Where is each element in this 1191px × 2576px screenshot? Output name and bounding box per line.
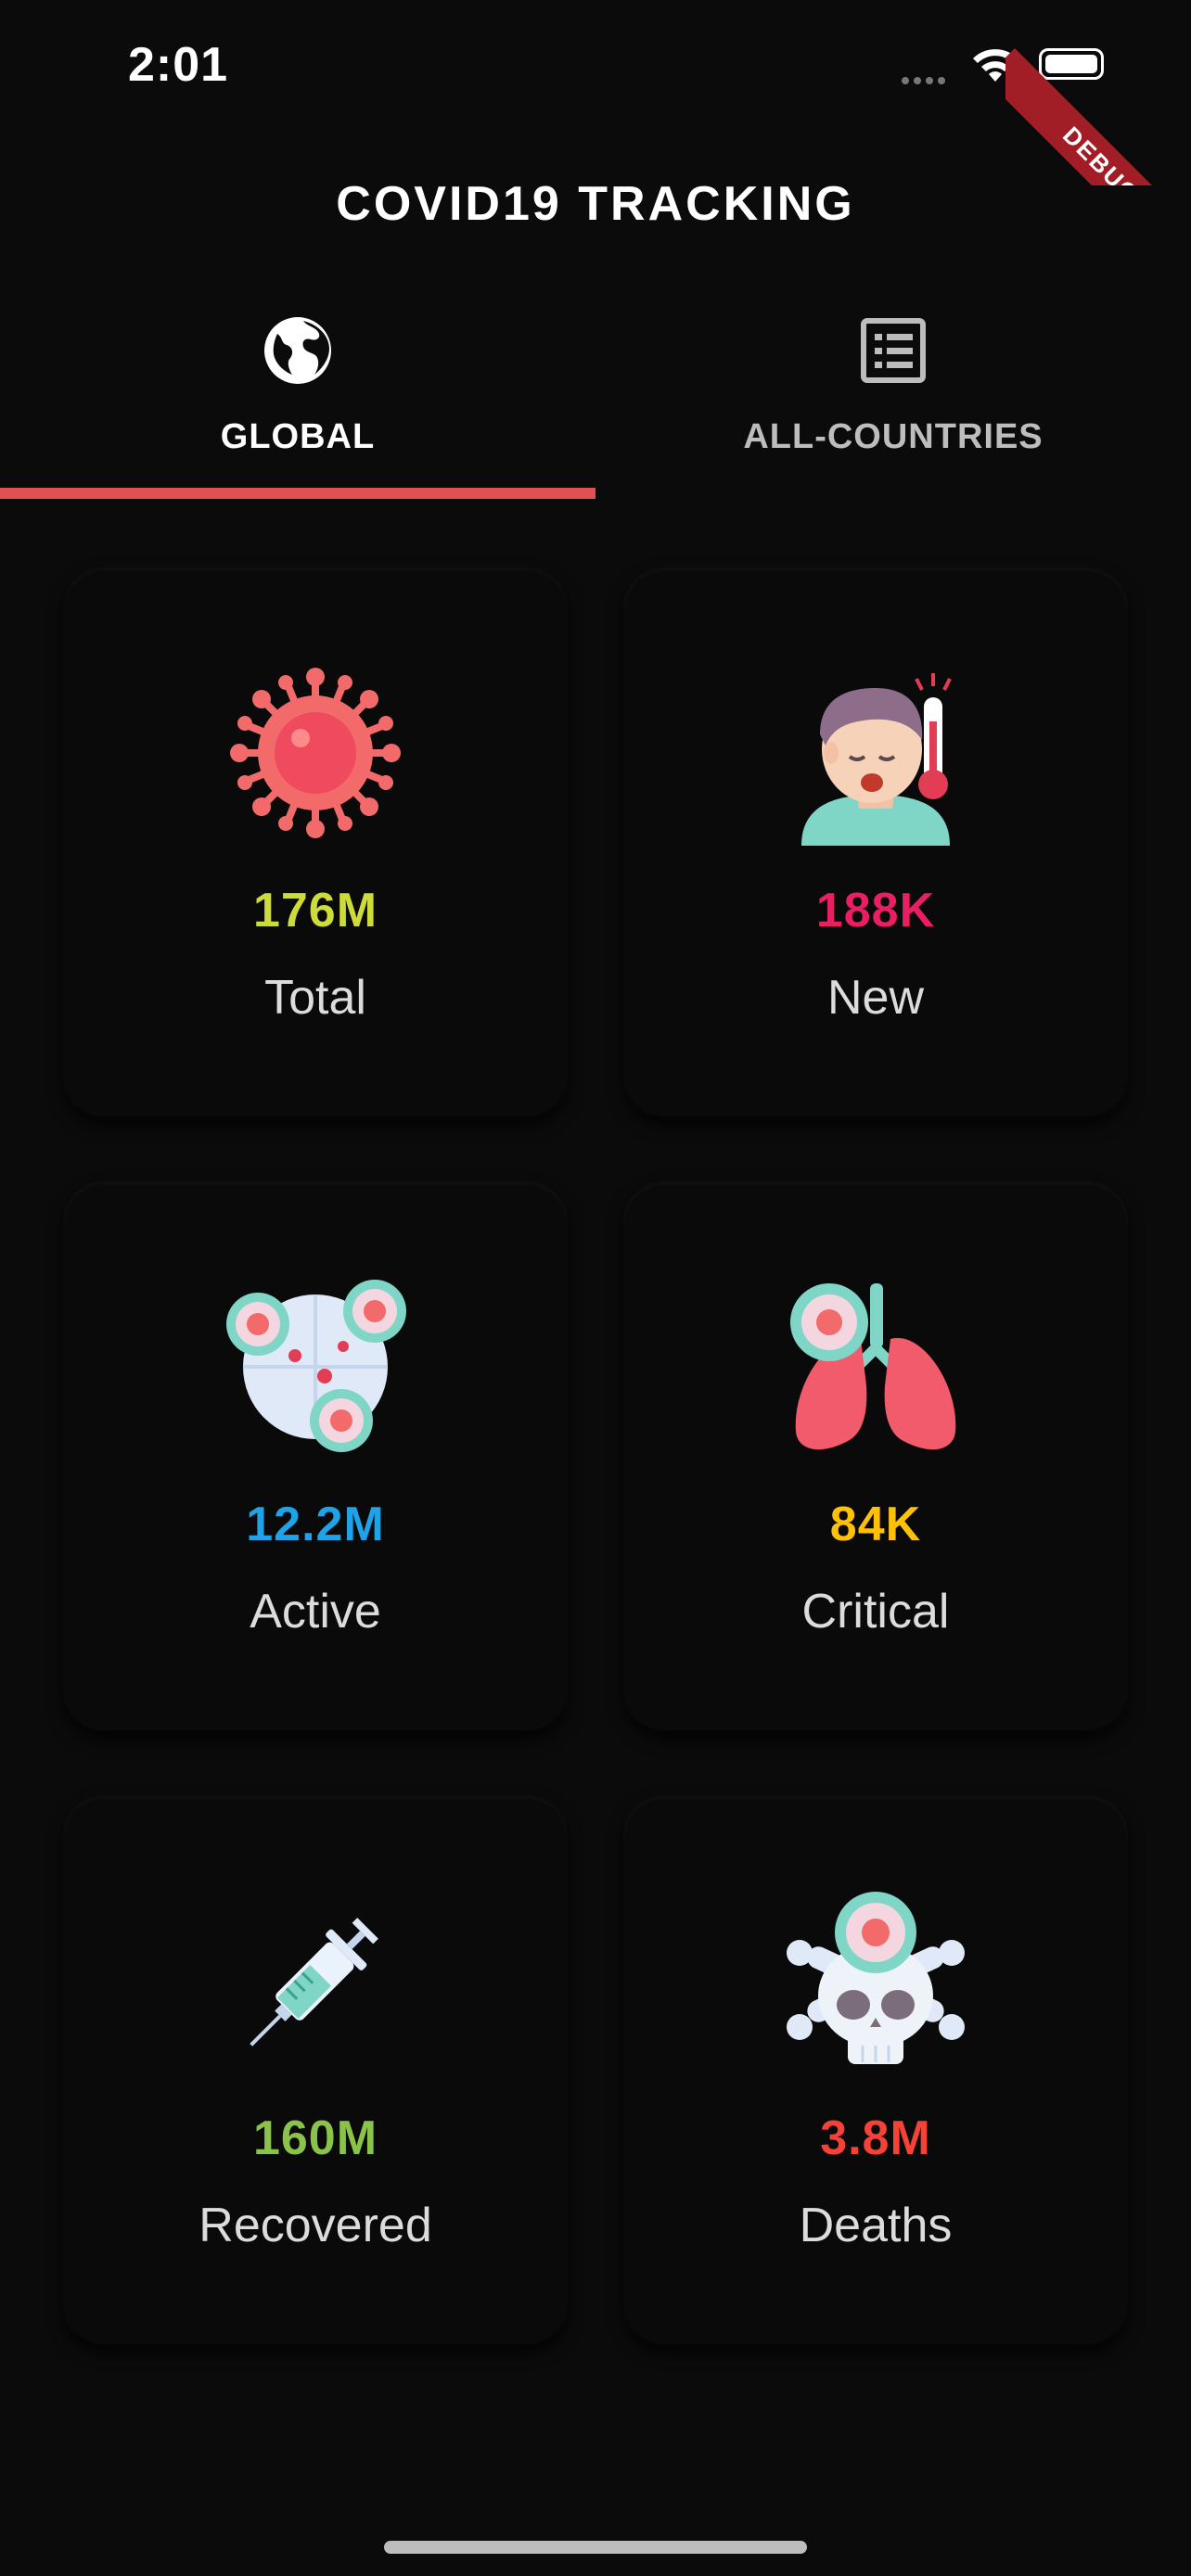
stat-active-value: 12.2M [246, 1498, 385, 1551]
tab-all-countries[interactable]: ALL-COUNTRIES [596, 306, 1191, 501]
stat-card-deaths[interactable]: 3.8M Deaths [625, 1797, 1126, 2344]
skull-icon [787, 1892, 965, 2064]
tab-global-label: GLOBAL [220, 417, 376, 456]
debug-banner: DEBUG [1005, 0, 1191, 185]
stat-card-active[interactable]: 12.2M Active [65, 1183, 566, 1730]
sick-person-icon [801, 673, 952, 846]
debug-label: DEBUG [1005, 48, 1191, 185]
app-title: COVID19 TRACKING [336, 177, 855, 231]
stat-critical-label: Critical [801, 1585, 950, 1639]
stat-card-new[interactable]: 188K New [625, 569, 1126, 1116]
stat-active-label: Active [250, 1585, 381, 1639]
tab-indicator [0, 488, 596, 499]
virus-icon [230, 668, 401, 838]
stat-recovered-label: Recovered [198, 2199, 432, 2252]
home-indicator[interactable] [384, 2541, 807, 2554]
status-time: 2:01 [128, 38, 229, 92]
tab-global[interactable]: GLOBAL [0, 306, 596, 501]
vaccine-syringe-icon [250, 1918, 378, 2047]
stat-new-value: 188K [815, 884, 936, 937]
tab-bar: GLOBAL ALL-COUNTRIES [0, 306, 1191, 501]
stat-card-critical[interactable]: 84K Critical [625, 1183, 1126, 1730]
cellular-signal-icon [902, 72, 950, 89]
stat-deaths-label: Deaths [799, 2199, 953, 2252]
stat-recovered-value: 160M [252, 2111, 378, 2165]
stat-card-total[interactable]: 176M Total [65, 569, 566, 1116]
lungs-icon [790, 1283, 956, 1450]
stat-deaths-value: 3.8M [820, 2111, 931, 2165]
stat-new-label: New [826, 971, 925, 1025]
stat-critical-value: 84K [829, 1498, 922, 1551]
list-icon [861, 318, 926, 383]
virus-spread-icon [226, 1280, 406, 1452]
stat-total-label: Total [264, 971, 366, 1025]
globe-icon [264, 317, 331, 384]
stat-card-recovered[interactable]: 160M Recovered [65, 1797, 566, 2344]
tab-all-countries-label: ALL-COUNTRIES [743, 417, 1044, 456]
stat-total-value: 176M [252, 884, 378, 937]
